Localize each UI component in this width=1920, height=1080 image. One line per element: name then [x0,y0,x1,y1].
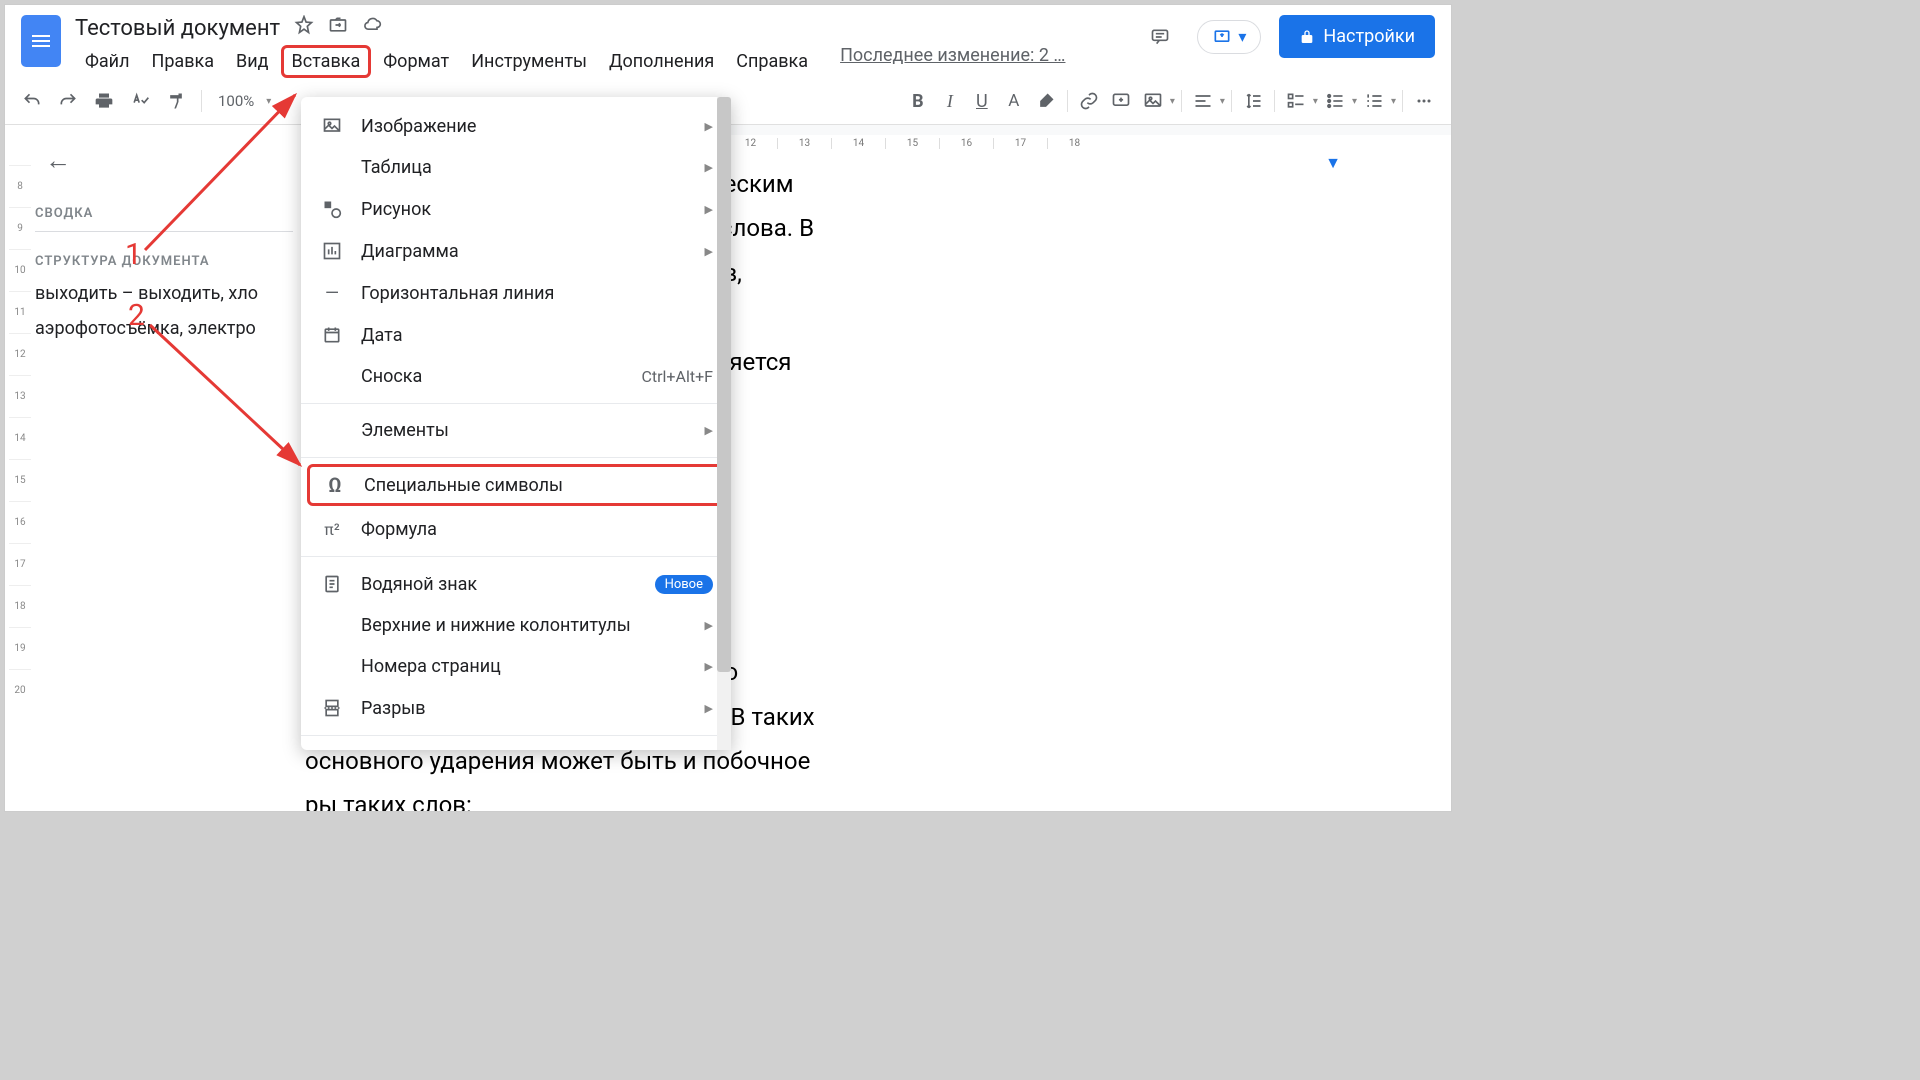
outline-item[interactable]: аэрофотосъёмка, электро [35,318,293,339]
comment-button[interactable] [1106,86,1136,116]
calendar-icon [321,324,343,346]
menu-addons[interactable]: Дополнения [599,45,724,78]
header-right: ▾ Настройки [1141,15,1435,58]
insert-menu-popup: Изображение ▶ Таблица ▶ Рисунок ▶ Диагра… [301,97,731,750]
chevron-right-icon: ▶ [705,619,713,632]
menu-item-watermark[interactable]: Водяной знак Новое [301,563,731,605]
pi-icon: π² [321,518,343,540]
text-color-button[interactable]: A [999,86,1029,116]
menu-edit[interactable]: Правка [141,45,224,78]
back-arrow-icon[interactable]: ← [45,145,293,176]
menu-help[interactable]: Справка [726,45,818,78]
watermark-icon [321,573,343,595]
menu-item-special-characters[interactable]: Ω Специальные символы [307,464,725,506]
menu-divider [301,556,731,557]
menu-item-date[interactable]: Дата [301,314,731,356]
undo-button[interactable] [17,86,47,116]
line-spacing-button[interactable] [1238,86,1268,116]
chevron-right-icon: ▶ [705,203,713,216]
menu-file[interactable]: Файл [75,45,139,78]
menu-item-table[interactable]: Таблица ▶ [301,147,731,188]
chevron-down-icon: ▾ [1238,27,1246,46]
move-folder-icon[interactable] [328,15,348,41]
divider [35,231,293,232]
menu-divider [301,735,731,736]
comments-icon[interactable] [1141,18,1179,56]
hr-icon: — [321,282,343,304]
menu-item-hr[interactable]: — Горизонтальная линия [301,272,731,314]
outline-item[interactable]: выходить – выходить, хло [35,283,293,304]
zoom-select[interactable]: 100% [212,92,260,110]
redo-button[interactable] [53,86,83,116]
shortcut-label: Ctrl+Alt+F [641,367,713,386]
menu-format[interactable]: Формат [373,45,459,78]
docs-logo-icon[interactable] [21,15,61,67]
chevron-right-icon: ▶ [705,702,713,715]
italic-button[interactable]: I [935,86,965,116]
chevron-right-icon: ▶ [705,660,713,673]
page-break-icon [321,697,343,719]
menu-divider [301,457,731,458]
star-icon[interactable] [294,15,314,41]
summary-heading: СВОДКА [35,206,293,221]
present-button[interactable]: ▾ [1197,20,1261,54]
menu-item-image[interactable]: Изображение ▶ [301,105,731,147]
chevron-right-icon: ▶ [705,120,713,133]
bullet-list-button[interactable] [1320,86,1350,116]
more-button[interactable] [1409,86,1439,116]
chevron-right-icon: ▶ [705,161,713,174]
image-toolbar-button[interactable] [1138,86,1168,116]
last-edit-link[interactable]: Последнее изменение: 2 … [840,45,1065,78]
menu-scrollbar-thumb[interactable] [717,97,731,672]
annotation-label-1: 1 [125,237,142,272]
underline-button[interactable]: U [967,86,997,116]
header: Тестовый документ Файл Правка Вид Вставк… [5,5,1451,78]
new-badge: Новое [655,575,713,594]
align-button[interactable] [1188,86,1218,116]
menu-tools[interactable]: Инструменты [461,45,597,78]
print-button[interactable] [89,86,119,116]
outline-sidebar: ← СВОДКА СТРУКТУРА ДОКУМЕНТА выходить – … [5,125,305,811]
app-window: Тестовый документ Файл Правка Вид Вставк… [4,4,1452,812]
menu-view[interactable]: Вид [226,45,278,78]
vertical-ruler[interactable]: 891011121314151617181920 [9,165,31,807]
document-title[interactable]: Тестовый документ [75,16,280,41]
chart-icon [321,240,343,262]
menu-divider [301,403,731,404]
menu-item-chart[interactable]: Диаграмма ▶ [301,230,731,272]
omega-icon: Ω [324,474,346,496]
chevron-right-icon: ▶ [705,424,713,437]
link-button[interactable] [1074,86,1104,116]
checklist-button[interactable] [1281,86,1311,116]
menu-item-footnote[interactable]: Сноска Ctrl+Alt+F [301,356,731,397]
menu-item-page-numbers[interactable]: Номера страниц ▶ [301,646,731,687]
ruler-indent-marker-icon[interactable]: ▼ [1325,153,1341,173]
numbered-list-button[interactable] [1359,86,1389,116]
outline-heading: СТРУКТУРА ДОКУМЕНТА [35,254,293,269]
menu-item-elements[interactable]: Элементы ▶ [301,410,731,451]
menubar: Файл Правка Вид Вставка Формат Инструмен… [75,45,1127,78]
paint-format-button[interactable] [161,86,191,116]
image-icon [321,115,343,137]
menu-item-break[interactable]: Разрыв ▶ [301,687,731,729]
annotation-label-2: 2 [128,298,145,333]
highlight-button[interactable] [1031,86,1061,116]
spellcheck-button[interactable] [125,86,155,116]
settings-label: Настройки [1323,26,1415,47]
drawing-icon [321,198,343,220]
menu-insert[interactable]: Вставка [281,45,372,78]
menu-item-formula[interactable]: π² Формула [301,508,731,550]
cloud-status-icon[interactable] [362,15,382,41]
menu-item-drawing[interactable]: Рисунок ▶ [301,188,731,230]
bold-button[interactable]: B [903,86,933,116]
title-area: Тестовый документ Файл Правка Вид Вставк… [75,15,1127,78]
chevron-right-icon: ▶ [705,245,713,258]
settings-button[interactable]: Настройки [1279,15,1435,58]
menu-item-headers-footers[interactable]: Верхние и нижние колонтитулы ▶ [301,605,731,646]
